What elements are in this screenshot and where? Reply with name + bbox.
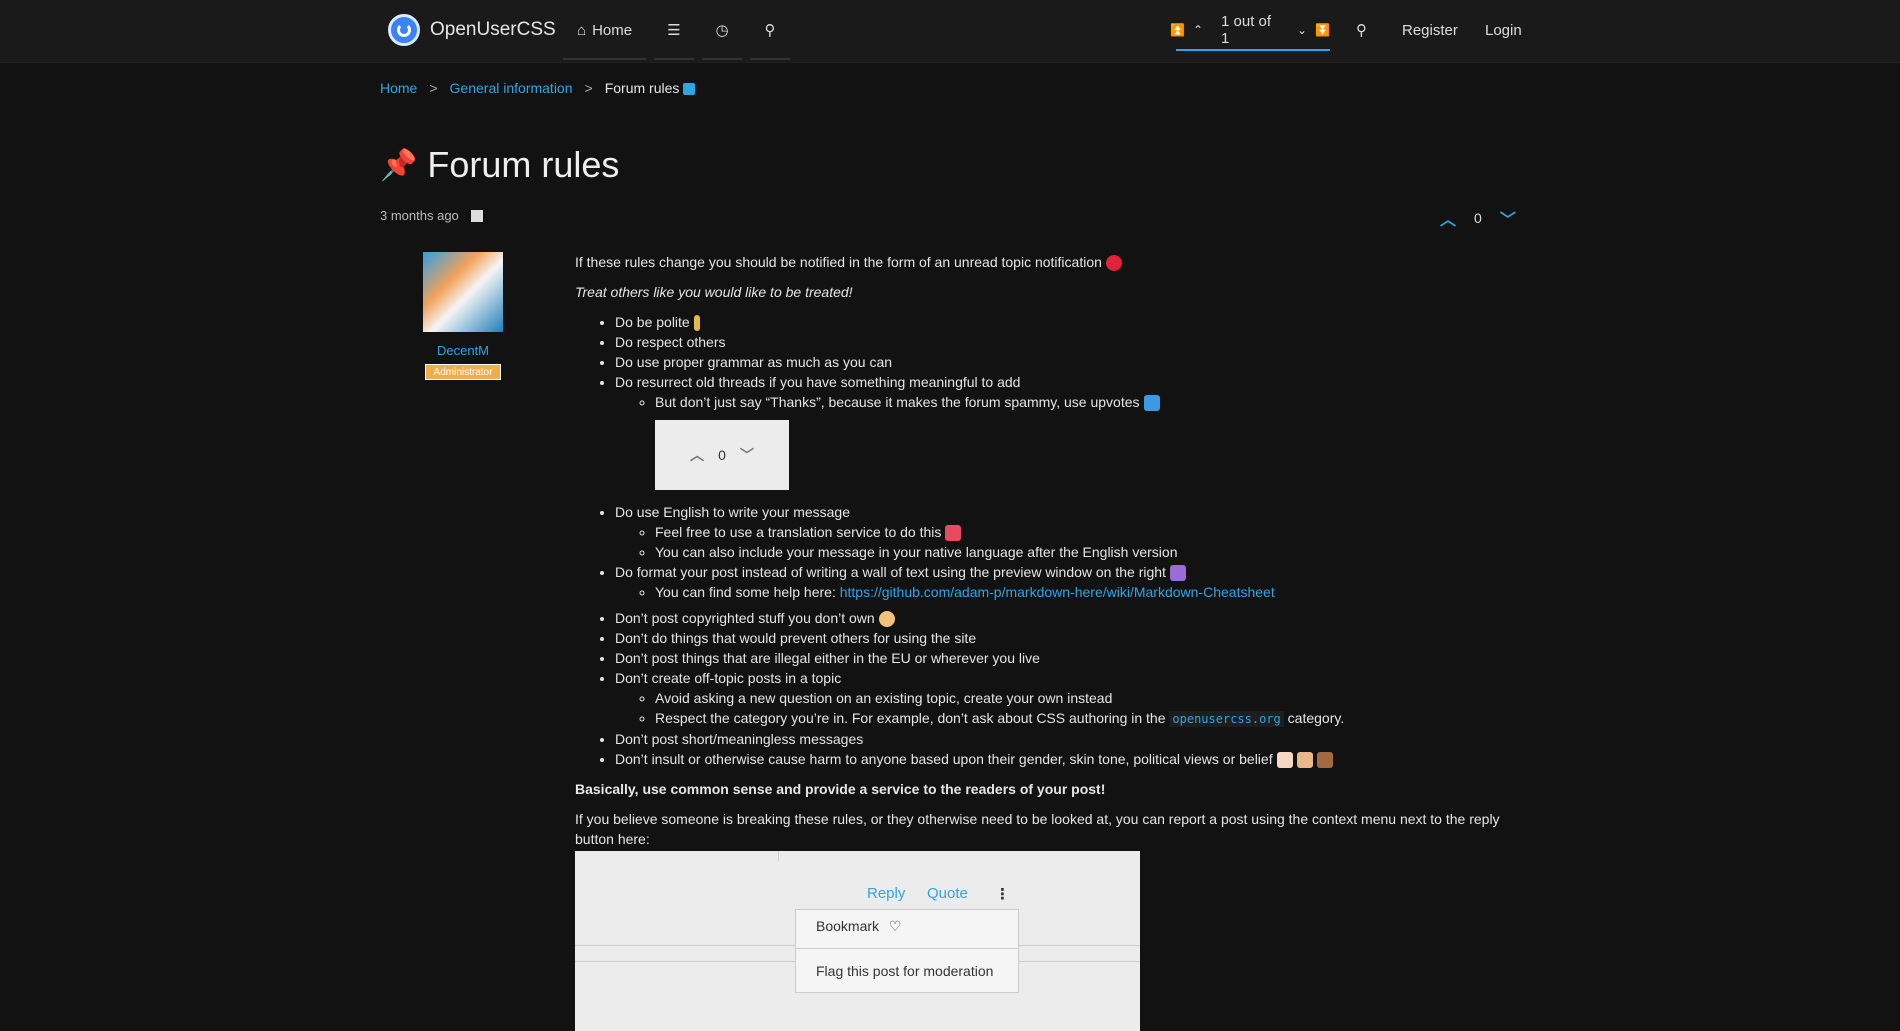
more-options-icon: ⋮ — [995, 886, 1010, 903]
topic-search-button[interactable]: ⚲ — [1356, 0, 1367, 60]
common-sense-text: Basically, use common sense and provide … — [575, 781, 1106, 797]
bookmark-item: Bookmark ♡ — [816, 918, 902, 934]
vote-count: 0 — [718, 447, 726, 463]
clock-icon: ◷ — [715, 22, 729, 39]
pin-icon: 📌 — [380, 148, 418, 182]
search-icon: ⚲ — [764, 22, 776, 39]
donts-list: Don’t post copyrighted stuff you don’t o… — [575, 608, 1515, 769]
list-item: Do format your post instead of writing a… — [615, 562, 1515, 602]
divider — [796, 948, 1018, 949]
pagination: ⏫ ⌃ 1 out of 1 ⌄ ⏬ — [1170, 0, 1330, 60]
post-content: If these rules change you should be noti… — [575, 252, 1515, 859]
list-item: Do be polite — [615, 312, 1515, 332]
list-item: Do use English to write your message Fee… — [615, 502, 1515, 562]
person-icon — [693, 315, 700, 332]
report-text: If you believe someone is breaking these… — [575, 811, 1500, 847]
last-page-icon[interactable]: ⏬ — [1315, 23, 1330, 37]
list-icon: ☰ — [667, 22, 681, 39]
thumbs-up-icon — [1316, 752, 1333, 769]
red-circle-icon — [1105, 255, 1122, 272]
register-label: Register — [1402, 21, 1458, 39]
navbar: OpenUserCSS ⌂ Home ☰ ◷ ⚲ ⏫ ⌃ 1 out of 1 … — [0, 0, 1900, 63]
translate-icon — [945, 525, 962, 542]
list-item: Don’t create off-topic posts in a topic … — [615, 668, 1515, 729]
list-item: Feel free to use a translation service t… — [655, 522, 1515, 542]
topic-title: Forum rules — [427, 144, 620, 185]
list-item: Do respect others — [615, 332, 1515, 352]
upvote-icon[interactable]: ︿ — [1440, 206, 1456, 230]
thumbs-up-icon — [1276, 752, 1293, 769]
breadcrumb-current: Forum rules — [605, 80, 696, 96]
breadcrumb: Home > General information > Forum rules — [380, 80, 696, 96]
upvote-example-image: ︿ 0 ﹀ — [655, 420, 789, 490]
nav-recent[interactable]: ◷ — [702, 0, 742, 60]
list-item: You can also include your message in you… — [655, 542, 1515, 562]
list-item: Don’t post short/meaningless messages — [615, 729, 1515, 749]
list-item: Don’t post copyrighted stuff you don’t o… — [615, 608, 1515, 628]
login-label: Login — [1485, 21, 1522, 39]
nav-categories[interactable]: ☰ — [654, 0, 694, 60]
treat-text: Treat others like you would like to be t… — [575, 284, 853, 300]
thumbs-up-icon — [1296, 752, 1313, 769]
breadcrumb-general-information[interactable]: General information — [450, 80, 573, 96]
prev-page-icon[interactable]: ⌃ — [1193, 23, 1203, 37]
category-code: openusercss.org — [1169, 711, 1284, 727]
list-item: Do use proper grammar as much as you can — [615, 352, 1515, 372]
vote-count: 0 — [1474, 210, 1482, 226]
list-item: Don’t do things that would prevent other… — [615, 628, 1515, 648]
rss-icon[interactable] — [683, 83, 696, 96]
breadcrumb-sep: > — [429, 80, 438, 96]
context-menu-screenshot: Reply Quote ⋮ Bookmark ♡ Flag this post … — [575, 851, 1140, 1031]
list-item: Don’t insult or otherwise cause harm to … — [615, 749, 1515, 769]
avatar[interactable] — [423, 252, 503, 332]
flag-item: Flag this post for moderation — [816, 963, 994, 979]
upvote-icon: ︿ — [690, 447, 705, 463]
heart-icon: ♡ — [888, 918, 902, 934]
reply-label: Reply — [867, 885, 906, 902]
downvote-icon[interactable]: ﹀ — [1500, 206, 1516, 230]
nav-home[interactable]: ⌂ Home — [563, 0, 647, 60]
list-item: Respect the category you’re in. For exam… — [655, 708, 1515, 729]
register-link[interactable]: Register — [1402, 0, 1458, 60]
rules-list: Do be polite Do respect others Do use pr… — [575, 312, 1515, 602]
list-item: You can find some help here: https://git… — [655, 582, 1515, 602]
post-timestamp[interactable]: 3 months ago — [380, 208, 459, 223]
markdown-cheatsheet-link[interactable]: https://github.com/adam-p/markdown-here/… — [840, 584, 1275, 600]
divider — [778, 851, 779, 861]
list-item: Do resurrect old threads if you have som… — [615, 372, 1515, 490]
context-menu: Bookmark ♡ Flag this post for moderation — [795, 909, 1019, 993]
breadcrumb-sep: > — [584, 80, 593, 96]
pagination-text[interactable]: 1 out of 1 — [1221, 13, 1279, 47]
page-title: 📌 Forum rules — [380, 144, 619, 186]
first-page-icon[interactable]: ⏫ — [1170, 23, 1185, 37]
list-item: Avoid asking a new question on an existi… — [655, 688, 1515, 708]
author-name[interactable]: DecentM — [423, 343, 503, 358]
nav-search[interactable]: ⚲ — [750, 0, 790, 60]
intro-text: If these rules change you should be noti… — [575, 252, 1515, 272]
quote-label: Quote — [927, 885, 968, 902]
breadcrumb-home[interactable]: Home — [380, 80, 417, 96]
post-meta: 3 months ago — [380, 208, 483, 223]
downvote-icon: ﹀ — [739, 447, 754, 463]
home-icon: ⌂ — [577, 21, 587, 39]
list-item: But don’t just say “Thanks”, because it … — [655, 392, 1515, 490]
login-link[interactable]: Login — [1485, 0, 1522, 60]
next-page-icon[interactable]: ⌄ — [1297, 23, 1307, 37]
logo-icon — [388, 14, 420, 46]
up-arrow-icon — [1143, 395, 1160, 412]
admin-badge: Administrator — [425, 364, 501, 380]
brand[interactable]: OpenUserCSS — [388, 14, 556, 46]
brand-name: OpenUserCSS — [430, 19, 556, 40]
edit-icon — [470, 209, 483, 222]
unicorn-icon — [1169, 565, 1186, 582]
list-item: Don’t post things that are illegal eithe… — [615, 648, 1515, 668]
search-icon: ⚲ — [1356, 22, 1367, 39]
post-votes: ︿ 0 ﹀ — [1440, 206, 1516, 230]
nav-home-label: Home — [592, 21, 633, 39]
police-icon — [878, 611, 895, 628]
